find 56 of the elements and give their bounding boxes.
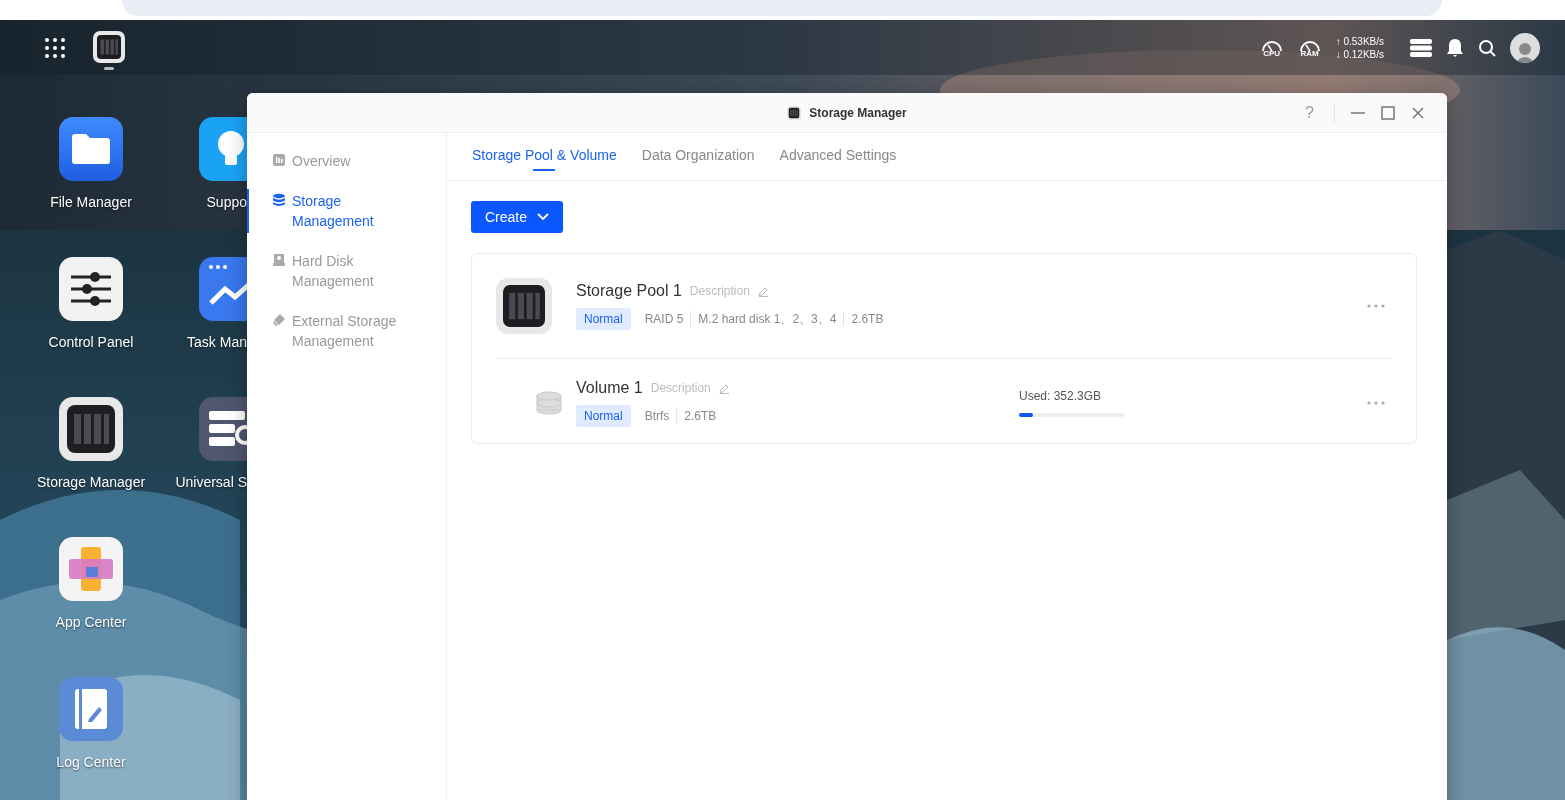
app-grid-icon[interactable] xyxy=(45,37,65,58)
app-label[interactable]: Storage Manager xyxy=(36,474,146,490)
search-icon[interactable] xyxy=(1478,38,1496,57)
pool-detail: RAID 5 xyxy=(644,312,685,326)
pool-detail: 2.6TB xyxy=(843,312,891,326)
app-label[interactable]: Suppo xyxy=(206,194,247,210)
upload-speed: ↑ 0.53KB/s xyxy=(1335,35,1384,47)
gauge-label: RAM xyxy=(1300,49,1319,58)
volume-detail: 2.6TB xyxy=(676,409,724,423)
gauge-meter[interactable]: RAM xyxy=(1297,37,1322,58)
app-label[interactable]: Universal S xyxy=(175,474,247,490)
more-icon[interactable] xyxy=(1366,303,1386,309)
maximize-icon[interactable] xyxy=(1381,105,1395,120)
storage-icon[interactable] xyxy=(93,31,125,63)
app-blocks-icon xyxy=(59,537,123,601)
sidebar-item[interactable]: Overview xyxy=(247,151,422,171)
app-label[interactable]: Control Panel xyxy=(48,334,134,350)
storage-icon xyxy=(787,105,802,120)
storage-icon xyxy=(496,278,552,334)
notification-icon[interactable] xyxy=(1446,37,1464,58)
more-icon[interactable] xyxy=(1366,400,1386,406)
window-title: Storage Manager xyxy=(809,105,907,120)
storage-icon xyxy=(59,397,123,461)
help-button[interactable]: ? xyxy=(1301,103,1318,122)
sidebar-item[interactable]: Storage Management xyxy=(247,191,422,231)
volume-detail: Btrfs xyxy=(644,409,671,423)
status-tag: Normal xyxy=(576,308,631,330)
status-tag: Normal xyxy=(576,405,631,427)
pool-detail: M.2 hard disk 1、2、3、4 xyxy=(690,310,844,328)
folder-icon xyxy=(59,117,123,181)
create-button[interactable]: Create xyxy=(471,201,564,233)
notebook-icon xyxy=(59,677,123,741)
volume-name: Volume 1 xyxy=(576,379,643,397)
sidebar-item[interactable]: Hard Disk Management xyxy=(247,251,422,291)
close-icon[interactable] xyxy=(1411,105,1425,120)
gauge-meter[interactable]: CPU xyxy=(1259,37,1284,58)
usb-drive-icon xyxy=(272,313,286,327)
download-speed: ↓ 0.12KB/s xyxy=(1335,48,1384,60)
pool-name: Storage Pool 1 xyxy=(576,282,682,300)
chart-icon xyxy=(272,153,286,167)
app-label[interactable]: Task Man xyxy=(187,334,247,350)
sidebar-item[interactable]: External Storage Management xyxy=(247,311,422,351)
description-text: Description xyxy=(689,284,750,298)
tab[interactable]: Advanced Settings xyxy=(779,133,897,180)
sliders-icon xyxy=(59,257,123,321)
description-text: Description xyxy=(650,381,711,395)
app-label[interactable]: File Manager xyxy=(50,194,132,210)
storage-status-icon[interactable] xyxy=(1410,38,1432,57)
gauge-label: CPU xyxy=(1263,49,1281,58)
used-space-text: Used: 352.3GB xyxy=(1019,389,1103,403)
tab[interactable]: Storage Pool & Volume xyxy=(472,133,617,180)
chevron-down-icon xyxy=(537,213,550,221)
volume-icon xyxy=(535,390,563,416)
tab[interactable]: Data Organization xyxy=(641,133,755,180)
app-label[interactable]: App Center xyxy=(55,614,127,630)
database-icon xyxy=(272,193,286,207)
